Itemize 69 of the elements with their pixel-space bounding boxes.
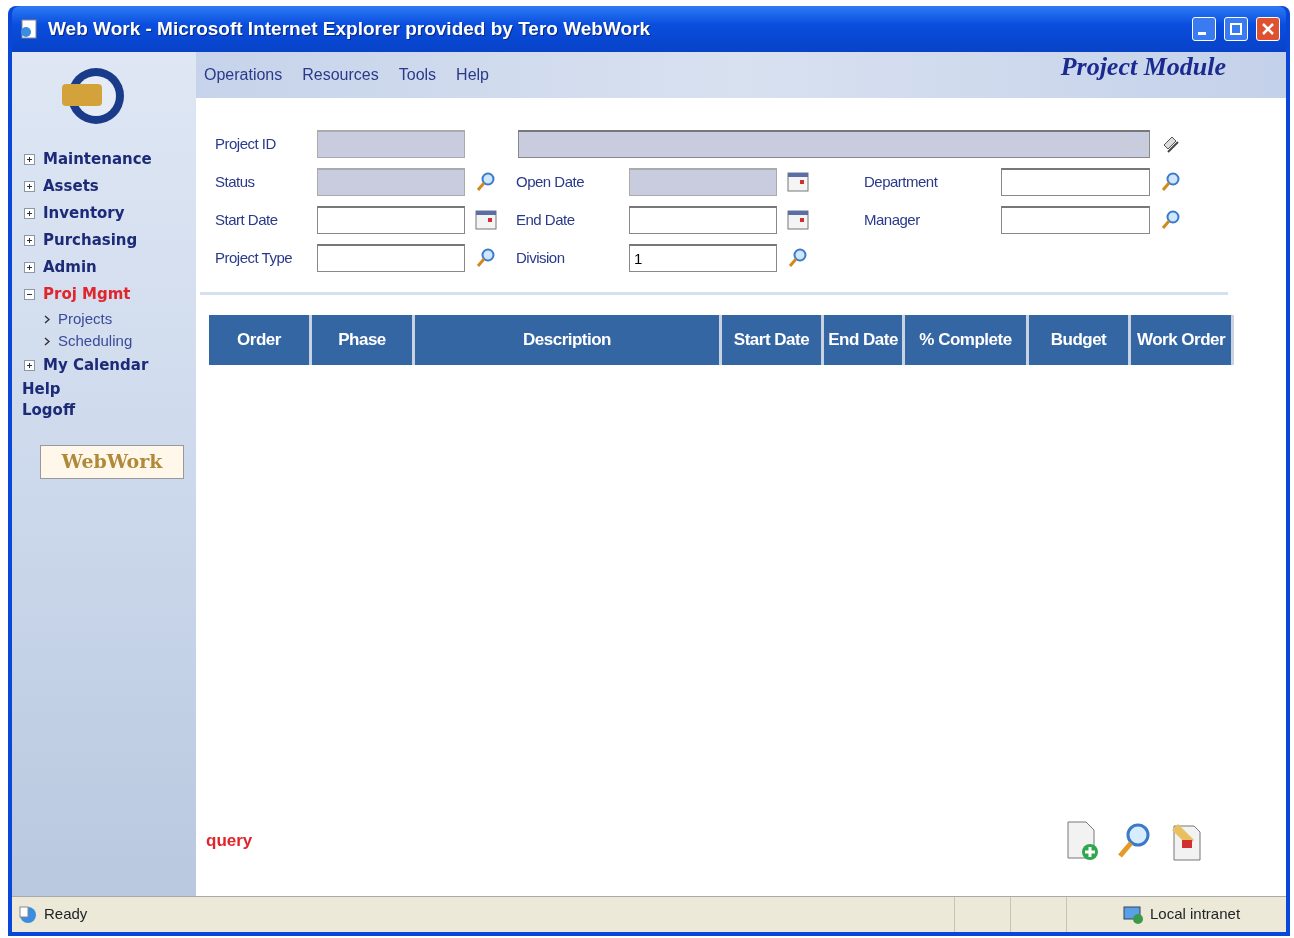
search-icon[interactable] [1160, 171, 1182, 193]
search-icon[interactable] [1160, 209, 1182, 231]
collapse-icon[interactable] [24, 289, 35, 300]
browser-page-icon [18, 18, 40, 40]
sidebar-subitem[interactable]: Scheduling [58, 330, 133, 352]
page-icon [18, 904, 38, 925]
calendar-icon[interactable] [787, 171, 809, 193]
chevron-icon [44, 336, 50, 346]
column-header[interactable]: Order [209, 315, 312, 365]
field-label: Department [864, 171, 939, 192]
search-icon[interactable] [475, 247, 497, 269]
module-title: Project Module [1060, 50, 1226, 83]
field-label: Project ID [215, 133, 277, 154]
zone-text: Local intranet [1150, 904, 1242, 925]
expand-icon[interactable] [24, 360, 35, 371]
menu-item[interactable]: Tools [398, 63, 437, 87]
status-text: Ready [44, 904, 88, 925]
chevron-icon [44, 314, 50, 324]
input-field[interactable] [1001, 168, 1150, 196]
menu-item[interactable]: Help [456, 63, 489, 87]
sidebar-item[interactable]: Purchasing [43, 227, 138, 254]
sidebar-item[interactable]: Inventory [43, 200, 125, 227]
mode-label: query [206, 830, 253, 853]
field-label: Project Type [215, 247, 294, 268]
column-header[interactable]: End Date [824, 315, 905, 365]
calendar-icon[interactable] [787, 209, 809, 231]
close-icon [1261, 22, 1275, 36]
column-header[interactable]: Start Date [722, 315, 824, 365]
field-label: Manager [864, 209, 921, 230]
field-label: Start Date [215, 209, 279, 230]
expand-icon[interactable] [24, 181, 35, 192]
input-field[interactable]: 1 [629, 244, 777, 272]
column-header[interactable]: % Complete [905, 315, 1029, 365]
sidebar-item[interactable]: Maintenance [43, 146, 152, 173]
field-label: Open Date [516, 171, 586, 192]
maximize-icon [1229, 22, 1243, 36]
minimize-button[interactable] [1192, 17, 1216, 41]
menu-item[interactable]: Operations [204, 63, 283, 87]
expand-icon[interactable] [24, 208, 35, 219]
field-label: Status [215, 171, 256, 192]
minimize-icon [1198, 31, 1206, 35]
input-field[interactable] [1001, 206, 1150, 234]
window-title: Web Work - Microsoft Internet Explorer provided by Tero WebWork [48, 16, 652, 41]
field-label: Division [516, 247, 566, 268]
expand-icon[interactable] [24, 235, 35, 246]
input-field[interactable] [317, 206, 465, 234]
column-header[interactable]: Phase [312, 315, 415, 365]
intranet-icon [1122, 904, 1144, 925]
close-button[interactable] [1256, 17, 1280, 41]
sidebar-item[interactable]: Admin [43, 254, 97, 281]
sidebar-item[interactable]: Assets [43, 173, 99, 200]
expand-icon[interactable] [24, 154, 35, 165]
column-header[interactable]: Work Order [1131, 315, 1234, 365]
menu-item[interactable]: Resources [302, 63, 379, 87]
sidebar-link[interactable]: Logoff [22, 400, 196, 421]
sidebar-link[interactable]: Help [22, 379, 196, 400]
search-icon[interactable] [787, 247, 809, 269]
calendar-icon[interactable] [475, 209, 497, 231]
search-icon[interactable] [475, 171, 497, 193]
sidebar-subitem[interactable]: Projects [58, 308, 113, 330]
column-header[interactable]: Description [415, 315, 722, 365]
column-header[interactable]: Budget [1029, 315, 1131, 365]
expand-icon[interactable] [24, 262, 35, 273]
sidebar-item[interactable]: My Calendar [43, 352, 149, 379]
webwork-logo: WebWork [40, 445, 184, 479]
input-field[interactable] [317, 244, 465, 272]
input-field[interactable] [629, 206, 777, 234]
maximize-button[interactable] [1224, 17, 1248, 41]
field-label: End Date [516, 209, 576, 230]
